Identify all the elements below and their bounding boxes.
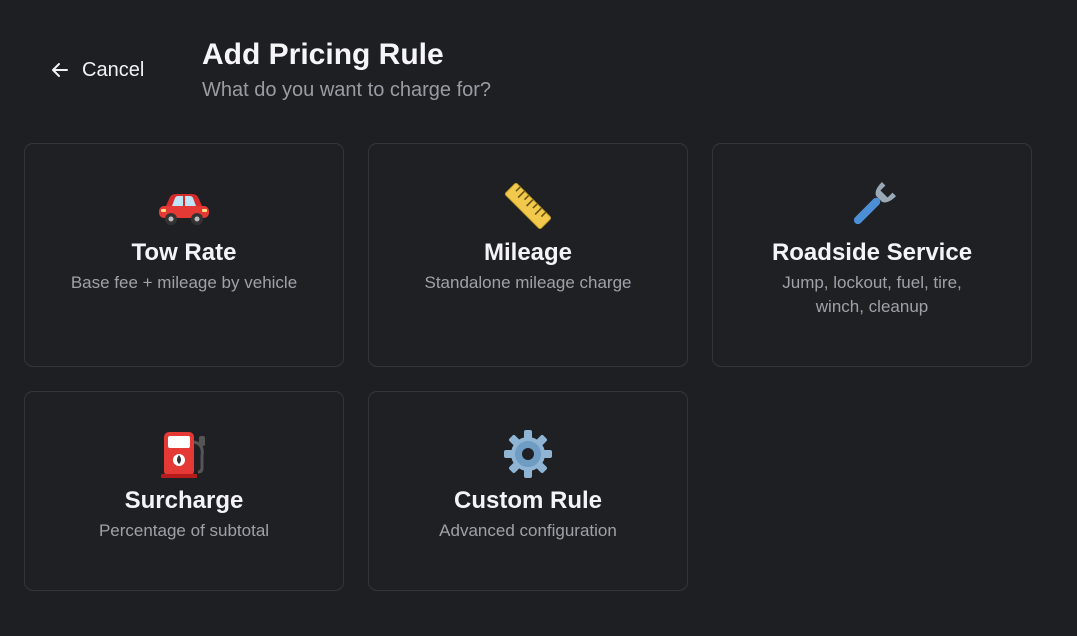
card-description: Percentage of subtotal xyxy=(98,521,270,540)
fuel-pump-icon xyxy=(156,426,212,482)
card-title: Tow Rate xyxy=(131,239,237,266)
card-tow-rate[interactable]: Tow Rate Base fee + mileage by vehicle xyxy=(24,143,344,367)
card-mileage[interactable]: Mileage Standalone mileage charge xyxy=(368,143,688,367)
arrow-left-icon xyxy=(50,60,70,80)
card-description: Base fee + mileage by vehicle xyxy=(70,273,298,292)
card-description: Advanced configuration xyxy=(439,521,617,540)
page-subtitle: What do you want to charge for? xyxy=(202,79,492,101)
cancel-label: Cancel xyxy=(82,58,145,81)
gear-icon xyxy=(500,426,556,482)
cancel-button[interactable]: Cancel xyxy=(50,56,144,84)
page-header: Add Pricing Rule What do you want to cha… xyxy=(202,36,491,104)
card-surcharge[interactable]: Surcharge Percentage of subtotal xyxy=(24,391,344,591)
add-pricing-rule-page: Cancel Add Pricing Rule What do you want… xyxy=(0,0,1077,636)
card-custom-rule[interactable]: Custom Rule Advanced configuration xyxy=(368,391,688,591)
card-title: Roadside Service xyxy=(771,239,973,266)
card-title: Custom Rule xyxy=(453,487,602,514)
page-title: Add Pricing Rule xyxy=(202,38,444,71)
card-title: Mileage xyxy=(483,239,573,266)
card-description: Standalone mileage charge xyxy=(424,273,632,292)
card-roadside-service[interactable]: Roadside Service Jump, lockout, fuel, ti… xyxy=(712,143,1032,367)
ruler-icon xyxy=(500,178,556,234)
wrench-icon xyxy=(844,178,900,234)
card-title: Surcharge xyxy=(124,487,244,514)
car-icon xyxy=(156,178,212,234)
card-description: Jump, lockout, fuel, tire, winch, cleanu… xyxy=(782,273,962,316)
